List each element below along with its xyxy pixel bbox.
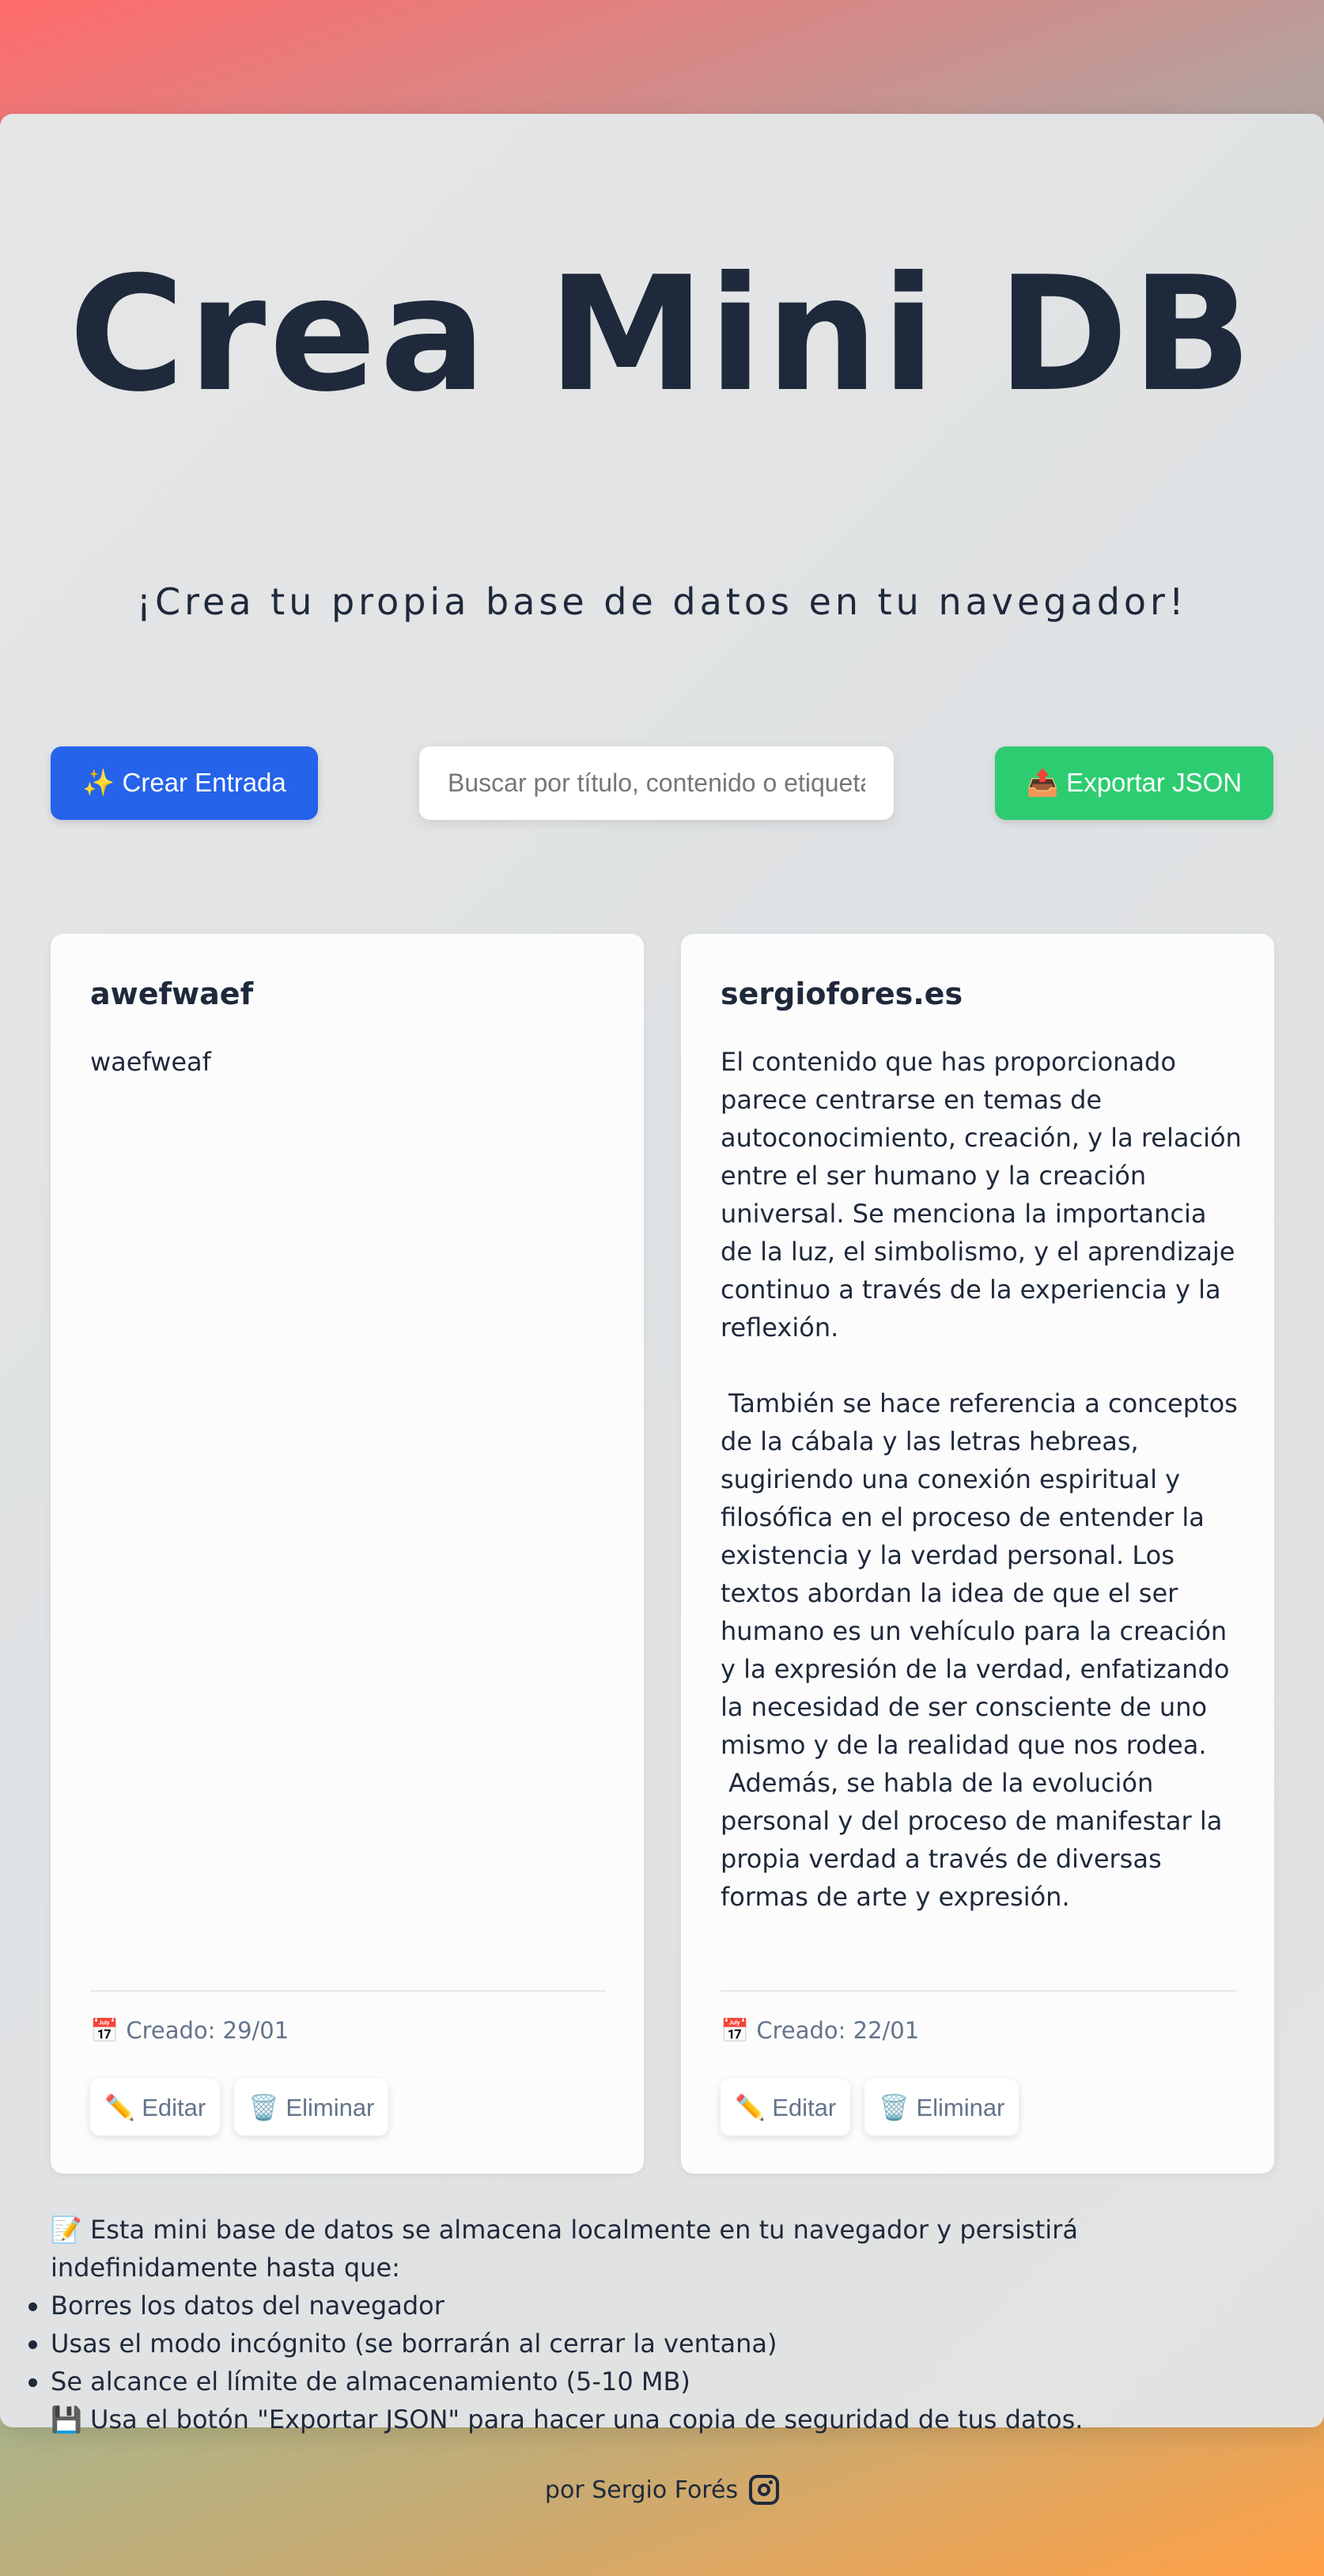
delete-button[interactable]: 🗑️ Eliminar (864, 2079, 1019, 2136)
storage-info-intro: 📝 Esta mini base de datos se almacena lo… (51, 2215, 1078, 2283)
entry-divider (90, 1990, 606, 1992)
edit-button[interactable]: ✏️ Editar (721, 2079, 851, 2136)
main-container: Crea Mini DB ¡Crea tu propia base de dat… (0, 114, 1324, 2434)
export-json-button[interactable]: 📤 Exportar JSON (995, 746, 1273, 820)
storage-info: 📝 Esta mini base de datos se almacena lo… (28, 2211, 1284, 2438)
delete-button[interactable]: 🗑️ Eliminar (234, 2079, 389, 2136)
create-entry-button[interactable]: ✨ Crear Entrada (51, 746, 318, 820)
entry-card: sergiofores.es El contenido que has prop… (681, 934, 1274, 2174)
edit-button[interactable]: ✏️ Editar (90, 2079, 221, 2136)
entry-actions: ✏️ Editar 🗑️ Eliminar (90, 2079, 389, 2136)
entry-title: awefwaef (90, 976, 254, 1011)
entry-card: awefwaef waefweaf 📅 Creado: 29/01 ✏️ Edi… (51, 934, 644, 2174)
list-item: Se alcance el límite de almacenamiento (… (28, 2363, 1284, 2400)
instagram-icon[interactable] (749, 2475, 780, 2505)
entry-divider (721, 1990, 1236, 1992)
entry-actions: ✏️ Editar 🗑️ Eliminar (721, 2079, 1019, 2136)
list-item: Usas el modo incógnito (se borrarán al c… (28, 2325, 1284, 2363)
footer: por Sergio Forés (0, 2475, 1324, 2505)
page-title: Crea Mini DB (68, 243, 1256, 427)
entry-date: 📅 Creado: 29/01 (90, 2017, 289, 2044)
search-input[interactable] (419, 746, 894, 820)
entry-content: El contenido que has proporcionado parec… (721, 1047, 1242, 1912)
list-item: Borres los datos del navegador (28, 2287, 1284, 2325)
storage-info-list: Borres los datos del navegador Usas el m… (28, 2287, 1284, 2400)
storage-info-backup: 💾 Usa el botón "Exportar JSON" para hace… (51, 2404, 1084, 2434)
entry-date: 📅 Creado: 22/01 (721, 2017, 920, 2044)
footer-credit: por Sergio Forés (544, 2476, 739, 2504)
page-subtitle: ¡Crea tu propia base de datos en tu nave… (136, 580, 1188, 623)
entry-content: waefweaf (90, 1047, 211, 1077)
entry-title: sergiofores.es (721, 976, 963, 1011)
